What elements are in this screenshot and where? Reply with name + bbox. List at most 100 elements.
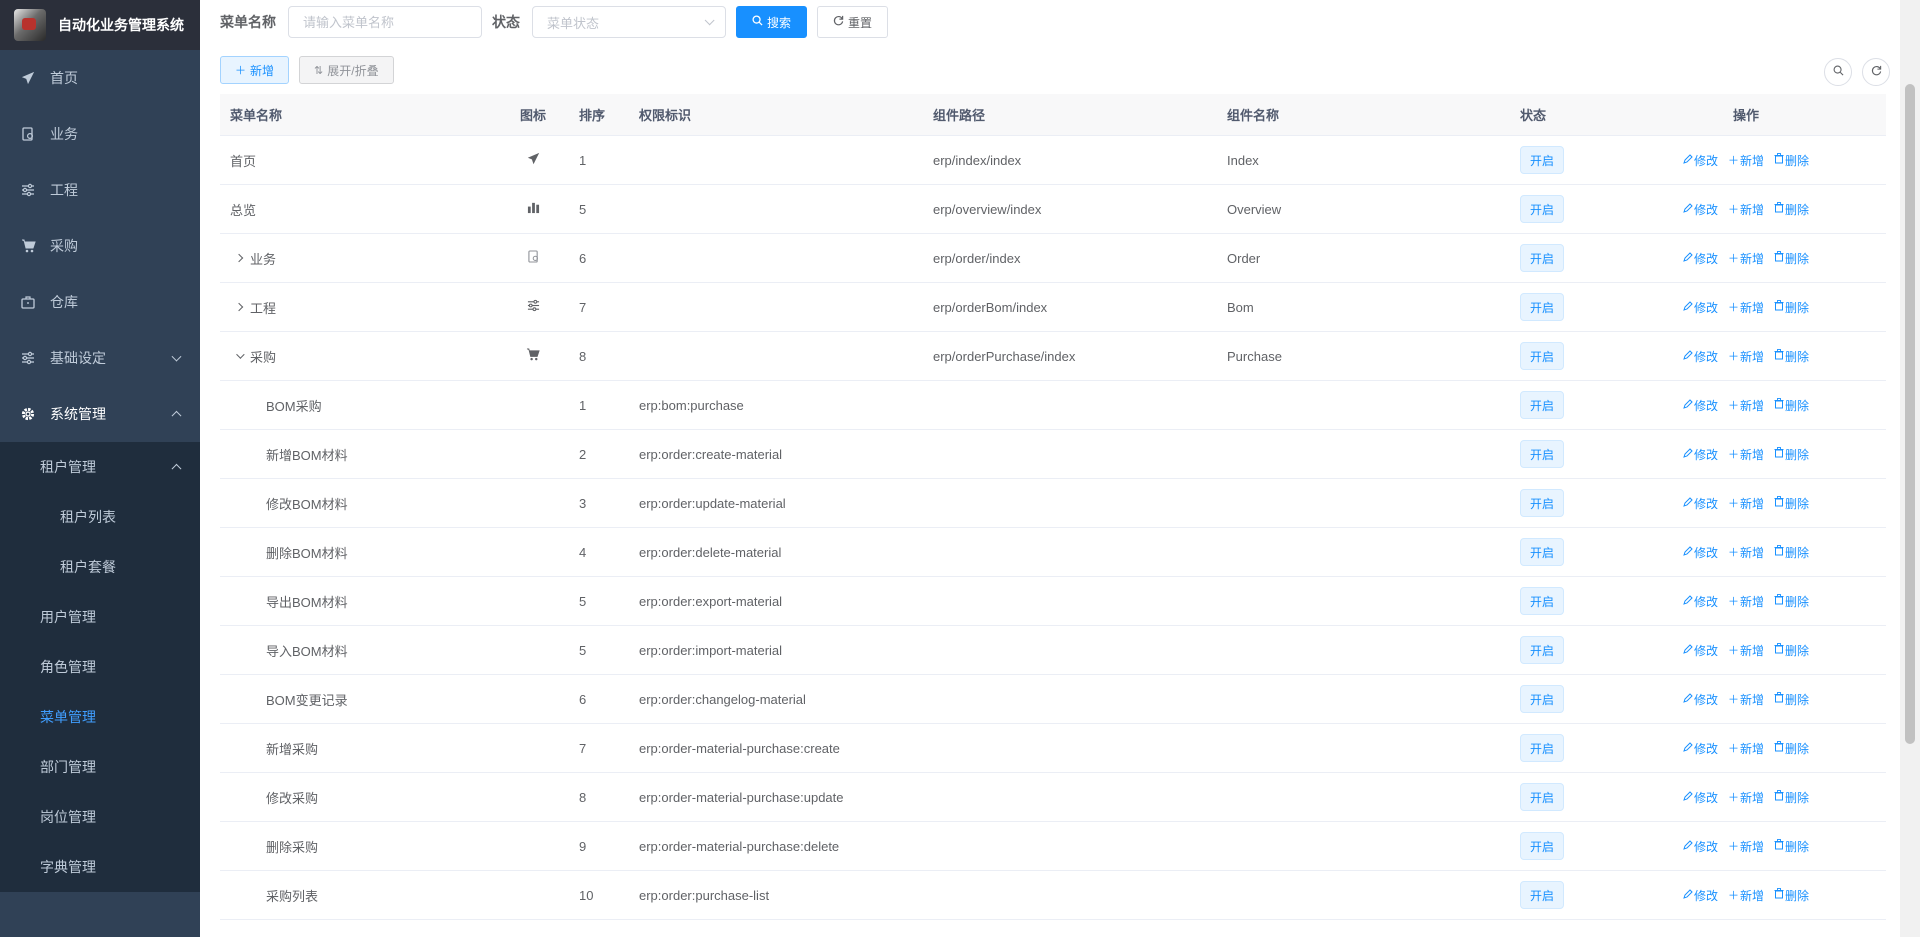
sidebar-item-warehouse[interactable]: 仓库 — [0, 274, 200, 330]
trash-icon — [1774, 202, 1784, 216]
add-action-button[interactable]: ＋新增 — [1728, 250, 1764, 267]
expand-collapse-button[interactable]: ⇅ 展开/折叠 — [299, 56, 394, 84]
edit-action-button[interactable]: 修改 — [1683, 201, 1718, 218]
edit-action-label: 修改 — [1693, 741, 1718, 756]
edit-action-button[interactable]: 修改 — [1683, 348, 1718, 365]
menu-name-cell: 总览 — [220, 200, 497, 219]
edit-action-button[interactable]: 修改 — [1683, 838, 1718, 855]
sidebar-item-role[interactable]: 角色管理 — [0, 642, 200, 692]
table-header: 菜单名称 图标 排序 权限标识 组件路径 组件名称 状态 操作 — [220, 94, 1886, 136]
edit-action-button[interactable]: 修改 — [1683, 593, 1718, 610]
add-action-button[interactable]: ＋新增 — [1728, 887, 1764, 904]
delete-action-button[interactable]: 删除 — [1774, 838, 1809, 855]
delete-action-label: 删除 — [1785, 447, 1810, 462]
edit-action-button[interactable]: 修改 — [1683, 397, 1718, 414]
add-action-button[interactable]: ＋新增 — [1728, 495, 1764, 512]
reset-button[interactable]: 重置 — [817, 6, 889, 38]
edit-action-button[interactable]: 修改 — [1683, 691, 1718, 708]
edit-action-button[interactable]: 修改 — [1683, 299, 1718, 316]
sidebar-item-label: 基础设定 — [50, 350, 106, 366]
scrollbar[interactable] — [1900, 0, 1920, 937]
delete-action-button[interactable]: 删除 — [1774, 789, 1809, 806]
plus-icon: ＋ — [1727, 449, 1739, 461]
sidebar-item-tenant-list[interactable]: 租户列表 — [0, 492, 200, 542]
chevron-right-icon[interactable] — [234, 302, 244, 312]
add-action-button[interactable]: ＋新增 — [1728, 544, 1764, 561]
sidebar-item-system[interactable]: 系统管理 — [0, 386, 200, 442]
delete-action-button[interactable]: 删除 — [1774, 495, 1809, 512]
status-select[interactable]: 菜单状态 — [532, 6, 726, 38]
delete-action-button[interactable]: 删除 — [1774, 299, 1809, 316]
menu-name: 总览 — [230, 202, 257, 218]
status-cell: 开启 — [1510, 342, 1606, 370]
add-action-button[interactable]: ＋新增 — [1728, 152, 1764, 169]
refresh-button[interactable] — [1862, 58, 1890, 86]
sidebar-item-purchase[interactable]: 采购 — [0, 218, 200, 274]
add-action-button[interactable]: ＋新增 — [1728, 740, 1764, 757]
delete-action-button[interactable]: 删除 — [1774, 446, 1809, 463]
status-cell: 开启 — [1510, 538, 1606, 566]
logo-area[interactable]: 自动化业务管理系统 — [0, 0, 200, 50]
add-action-button[interactable]: ＋新增 — [1728, 201, 1764, 218]
status-badge: 开启 — [1520, 734, 1565, 762]
sidebar-item-tenant-package[interactable]: 租户套餐 — [0, 542, 200, 592]
edit-action-button[interactable]: 修改 — [1683, 642, 1718, 659]
trash-icon — [1774, 888, 1784, 902]
search-button-label: 搜索 — [767, 15, 792, 30]
sidebar-item-dept[interactable]: 部门管理 — [0, 742, 200, 792]
sidebar-item-label: 租户套餐 — [60, 559, 116, 575]
edit-action-button[interactable]: 修改 — [1683, 446, 1718, 463]
edit-action-button[interactable]: 修改 — [1683, 789, 1718, 806]
toggle-search-button[interactable] — [1824, 58, 1852, 86]
add-action-button[interactable]: ＋新增 — [1728, 397, 1764, 414]
add-action-button[interactable]: ＋新增 — [1728, 838, 1764, 855]
delete-action-button[interactable]: 删除 — [1774, 348, 1809, 365]
sort-cell: 1 — [579, 152, 587, 168]
delete-action-button[interactable]: 删除 — [1774, 642, 1809, 659]
add-action-button[interactable]: ＋新增 — [1728, 446, 1764, 463]
scrollbar-thumb[interactable] — [1905, 84, 1915, 744]
sort-cell: 9 — [579, 838, 587, 854]
add-action-button[interactable]: ＋新增 — [1728, 691, 1764, 708]
sidebar-item-post[interactable]: 岗位管理 — [0, 792, 200, 842]
menu-name-input[interactable] — [288, 6, 482, 38]
sidebar-item-basic-settings[interactable]: 基础设定 — [0, 330, 200, 386]
edit-action-button[interactable]: 修改 — [1683, 152, 1718, 169]
sidebar-item-dict[interactable]: 字典管理 — [0, 842, 200, 892]
delete-action-button[interactable]: 删除 — [1774, 593, 1809, 610]
delete-action-button[interactable]: 删除 — [1774, 740, 1809, 757]
delete-action-button[interactable]: 删除 — [1774, 887, 1809, 904]
delete-action-button[interactable]: 删除 — [1774, 250, 1809, 267]
delete-action-button[interactable]: 删除 — [1774, 152, 1809, 169]
chevron-down-icon[interactable] — [236, 350, 245, 359]
add-action-button[interactable]: ＋新增 — [1728, 348, 1764, 365]
sidebar-item-home[interactable]: 首页 — [0, 50, 200, 106]
menu-name: 删除采购 — [266, 839, 319, 855]
sidebar-item-business[interactable]: 业务 — [0, 106, 200, 162]
sort-cell: 4 — [579, 544, 587, 560]
sidebar-item-user[interactable]: 用户管理 — [0, 592, 200, 642]
edit-action-button[interactable]: 修改 — [1683, 544, 1718, 561]
sidebar-item-engineering[interactable]: 工程 — [0, 162, 200, 218]
delete-action-button[interactable]: 删除 — [1774, 544, 1809, 561]
delete-action-label: 删除 — [1785, 692, 1810, 707]
add-action-button[interactable]: ＋新增 — [1728, 299, 1764, 316]
add-action-button[interactable]: ＋新增 — [1728, 642, 1764, 659]
edit-action-button[interactable]: 修改 — [1683, 495, 1718, 512]
delete-action-button[interactable]: 删除 — [1774, 397, 1809, 414]
plus-icon: ＋ — [1727, 694, 1739, 706]
search-button[interactable]: 搜索 — [736, 6, 808, 38]
edit-action-button[interactable]: 修改 — [1683, 887, 1718, 904]
add-action-button[interactable]: ＋新增 — [1728, 593, 1764, 610]
edit-action-button[interactable]: 修改 — [1683, 740, 1718, 757]
chevron-right-icon[interactable] — [234, 253, 244, 263]
edit-action-button[interactable]: 修改 — [1683, 250, 1718, 267]
delete-action-button[interactable]: 删除 — [1774, 201, 1809, 218]
add-button[interactable]: ＋ 新增 — [220, 56, 290, 84]
add-action-button[interactable]: ＋新增 — [1728, 789, 1764, 806]
sidebar-item-tenant[interactable]: 租户管理 — [0, 442, 200, 492]
sidebar-item-menu[interactable]: 菜单管理 — [0, 692, 200, 742]
add-button-label: 新增 — [250, 63, 275, 78]
delete-action-button[interactable]: 删除 — [1774, 691, 1809, 708]
sidebar-item-label: 采购 — [50, 238, 78, 254]
